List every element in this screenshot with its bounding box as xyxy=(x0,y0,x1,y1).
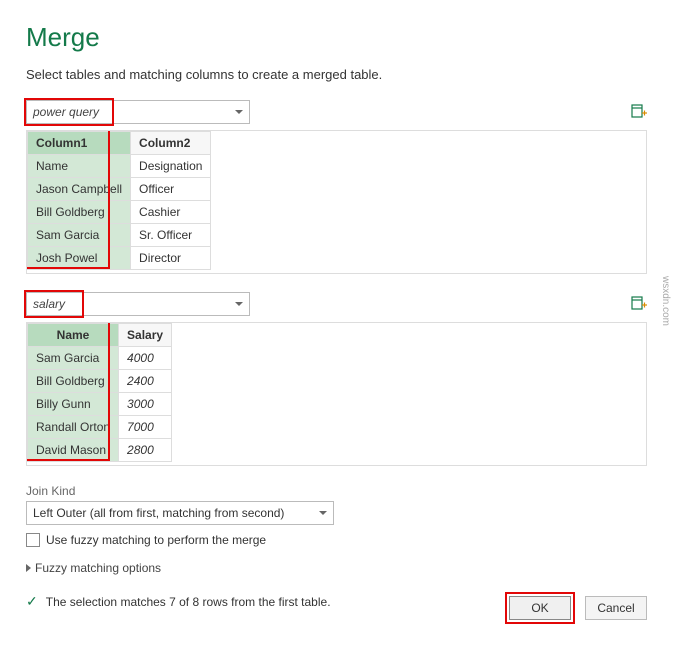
page-title: Merge xyxy=(26,22,647,53)
table1-header-col2[interactable]: Column2 xyxy=(131,132,211,155)
table2-container: Name Salary Sam Garcia4000 Bill Goldberg… xyxy=(26,322,647,466)
table-row[interactable]: Bill Goldberg2400 xyxy=(28,370,172,393)
chevron-down-icon xyxy=(235,302,243,306)
watermark: wsxdn.com xyxy=(660,276,671,326)
source2-value: salary xyxy=(33,297,65,311)
table-row[interactable]: NameDesignation xyxy=(28,155,211,178)
table-row[interactable]: Billy Gunn3000 xyxy=(28,393,172,416)
table1[interactable]: Column1 Column2 NameDesignation Jason Ca… xyxy=(27,131,211,270)
table2-header-col1[interactable]: Name xyxy=(28,324,119,347)
table-row[interactable]: Bill GoldbergCashier xyxy=(28,201,211,224)
table1-container: Column1 Column2 NameDesignation Jason Ca… xyxy=(26,130,647,274)
table-row[interactable]: David Mason2800 xyxy=(28,439,172,462)
source1-value: power query xyxy=(33,105,99,119)
chevron-down-icon xyxy=(235,110,243,114)
fuzzy-options-expander[interactable]: Fuzzy matching options xyxy=(26,561,647,575)
table-row[interactable]: Randall Orton7000 xyxy=(28,416,172,439)
table2[interactable]: Name Salary Sam Garcia4000 Bill Goldberg… xyxy=(27,323,172,462)
source2-dropdown[interactable]: salary xyxy=(26,292,250,316)
chevron-right-icon xyxy=(26,564,31,572)
join-kind-label: Join Kind xyxy=(26,484,647,498)
fuzzy-checkbox[interactable] xyxy=(26,533,40,547)
cancel-button[interactable]: Cancel xyxy=(585,596,647,620)
source1-dropdown[interactable]: power query xyxy=(26,100,250,124)
add-table-icon[interactable] xyxy=(631,104,647,120)
ok-button[interactable]: OK xyxy=(509,596,571,620)
table-row[interactable]: Jason CampbellOfficer xyxy=(28,178,211,201)
table2-header-col2[interactable]: Salary xyxy=(119,324,172,347)
join-kind-dropdown[interactable]: Left Outer (all from first, matching fro… xyxy=(26,501,334,525)
source1-row: power query xyxy=(26,100,647,124)
table-row[interactable]: Josh PowelDirector xyxy=(28,247,211,270)
page-description: Select tables and matching columns to cr… xyxy=(26,67,647,82)
fuzzy-options-label: Fuzzy matching options xyxy=(35,561,161,575)
join-kind-value: Left Outer (all from first, matching fro… xyxy=(33,506,284,520)
source2-row: salary xyxy=(26,292,647,316)
table-row[interactable]: Sam Garcia4000 xyxy=(28,347,172,370)
table1-header-col1[interactable]: Column1 xyxy=(28,132,131,155)
table-row[interactable]: Sam GarciaSr. Officer xyxy=(28,224,211,247)
chevron-down-icon xyxy=(319,511,327,515)
fuzzy-checkbox-row: Use fuzzy matching to perform the merge xyxy=(26,533,647,547)
fuzzy-checkbox-label: Use fuzzy matching to perform the merge xyxy=(46,533,266,547)
add-table-icon[interactable] xyxy=(631,296,647,312)
